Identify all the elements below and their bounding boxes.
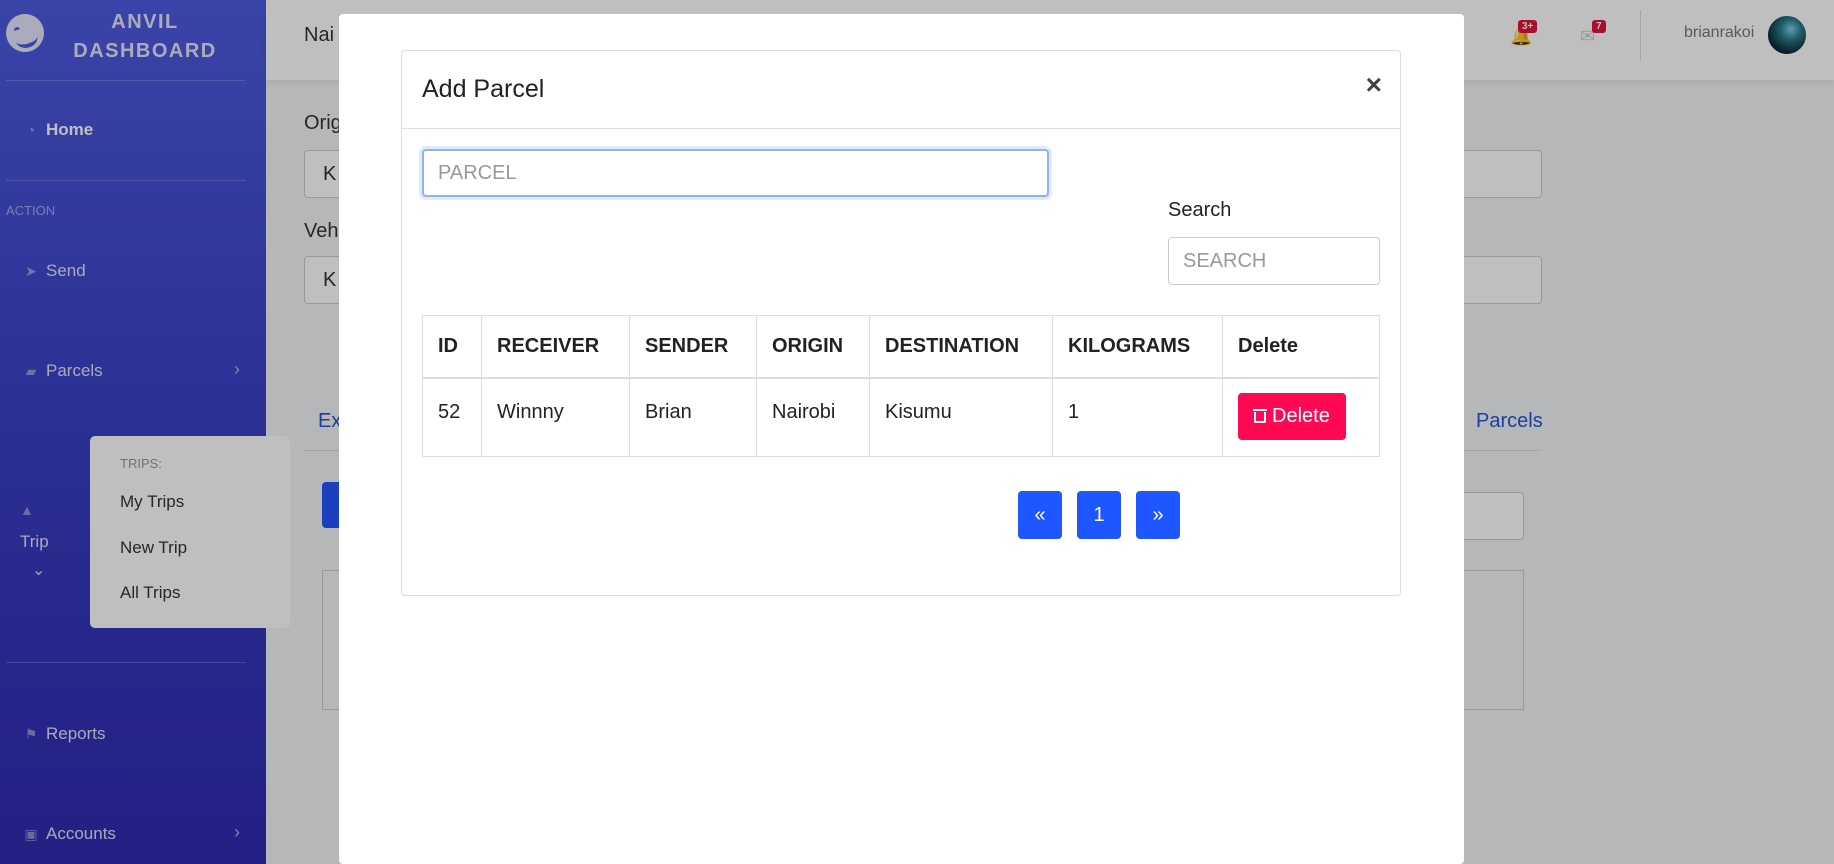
- pagination-next-button[interactable]: »: [1136, 491, 1180, 539]
- search-input[interactable]: [1168, 237, 1380, 285]
- cell-kilograms: 1: [1052, 377, 1223, 457]
- cell-id: 52: [422, 377, 482, 457]
- pagination-page-button[interactable]: 1: [1077, 491, 1121, 539]
- cell-destination: Kisumu: [869, 377, 1053, 457]
- column-header-sender: SENDER: [629, 315, 757, 379]
- modal-header: Add Parcel ×: [402, 51, 1400, 129]
- add-parcel-modal: Add Parcel × Search ID RECEIVER SENDER O…: [339, 14, 1464, 864]
- parcel-input[interactable]: [422, 149, 1049, 197]
- cell-sender: Brian: [629, 377, 757, 457]
- cell-origin: Nairobi: [756, 377, 870, 457]
- modal-title: Add Parcel: [422, 75, 545, 103]
- modal-card: Add Parcel × Search ID RECEIVER SENDER O…: [401, 50, 1401, 596]
- column-header-id: ID: [422, 315, 482, 379]
- column-header-delete: Delete: [1222, 315, 1380, 379]
- cell-delete: Delete: [1222, 377, 1380, 457]
- pagination: « 1 »: [1018, 491, 1180, 539]
- delete-button[interactable]: Delete: [1238, 392, 1346, 440]
- table-header-row: ID RECEIVER SENDER ORIGIN DESTINATION KI…: [422, 315, 1380, 379]
- column-header-receiver: RECEIVER: [481, 315, 630, 379]
- column-header-origin: ORIGIN: [756, 315, 870, 379]
- close-button[interactable]: ×: [1366, 71, 1382, 99]
- parcels-table: ID RECEIVER SENDER ORIGIN DESTINATION KI…: [422, 315, 1380, 457]
- search-label: Search: [1168, 199, 1232, 221]
- column-header-kilograms: KILOGRAMS: [1052, 315, 1223, 379]
- pagination-prev-button[interactable]: «: [1018, 491, 1062, 539]
- cell-receiver: Winnny: [481, 377, 630, 457]
- column-header-destination: DESTINATION: [869, 315, 1053, 379]
- trash-icon: [1253, 409, 1267, 423]
- table-row: 52 Winnny Brian Nairobi Kisumu 1 Delete: [422, 377, 1380, 457]
